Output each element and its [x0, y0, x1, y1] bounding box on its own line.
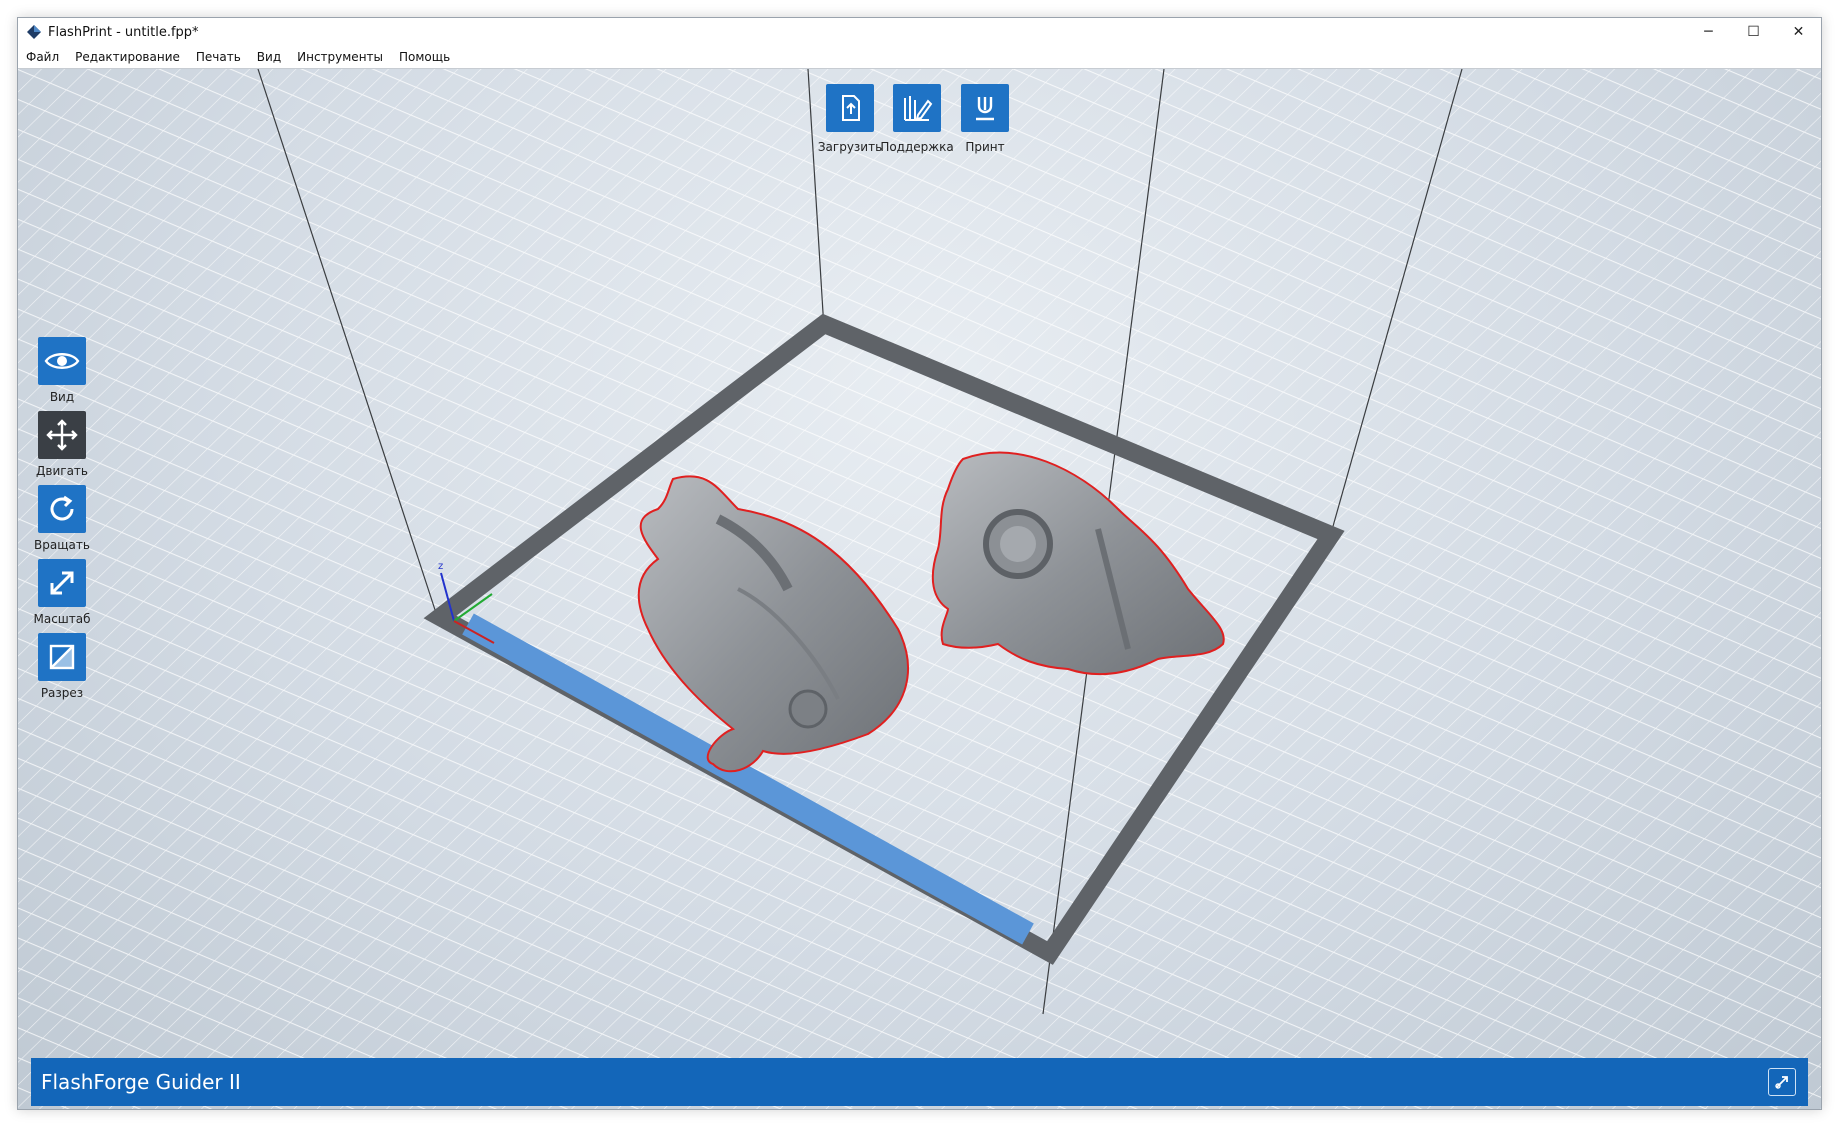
window-title: FlashPrint - untitle.fpp* — [48, 24, 199, 40]
view-button[interactable] — [38, 337, 86, 385]
load-button[interactable] — [826, 84, 874, 132]
load-file-icon — [842, 95, 860, 121]
rotate-icon — [50, 495, 74, 521]
rotate-tool[interactable]: Вращать — [34, 485, 90, 552]
connect-printer-icon[interactable] — [1768, 1068, 1796, 1096]
rotate-button[interactable] — [38, 485, 86, 533]
cut-plane-icon — [49, 644, 75, 670]
print-tool[interactable]: Принт — [950, 84, 1020, 154]
menu-bar: Файл Редактирование Печать Вид Инструмен… — [18, 46, 1821, 69]
app-window: FlashPrint - untitle.fpp* ─ ☐ ✕ Файл Ред… — [17, 17, 1822, 1110]
move-button[interactable] — [38, 411, 86, 459]
support-tool[interactable]: Поддержка — [880, 84, 954, 154]
title-bar: FlashPrint - untitle.fpp* ─ ☐ ✕ — [18, 18, 1821, 46]
3d-viewport[interactable]: z Загрузить Поддержка Принт Вид Двигать … — [18, 69, 1821, 1109]
menu-view[interactable]: Вид — [249, 46, 289, 68]
minimize-button[interactable]: ─ — [1686, 18, 1731, 46]
scale-label: Масштаб — [33, 612, 91, 626]
eye-icon — [44, 353, 80, 369]
menu-help[interactable]: Помощь — [391, 46, 458, 68]
floor-grid — [18, 69, 1821, 1109]
menu-tools[interactable]: Инструменты — [289, 46, 391, 68]
maximize-button[interactable]: ☐ — [1731, 18, 1776, 46]
scale-tool[interactable]: Масштаб — [33, 559, 91, 626]
status-bar: FlashForge Guider II — [31, 1058, 1808, 1106]
cut-button[interactable] — [38, 633, 86, 681]
scale-button[interactable] — [38, 559, 86, 607]
axis-z-label: z — [438, 561, 443, 572]
build-scene: z — [18, 69, 1821, 1109]
view-tool[interactable]: Вид — [38, 337, 86, 404]
cut-label: Разрез — [40, 686, 84, 700]
load-label: Загрузить — [817, 140, 883, 154]
close-button[interactable]: ✕ — [1776, 18, 1821, 46]
print-button[interactable] — [961, 84, 1009, 132]
view-label: Вид — [49, 390, 75, 404]
window-controls: ─ ☐ ✕ — [1686, 18, 1821, 46]
move-tool[interactable]: Двигать — [36, 411, 88, 478]
move-label: Двигать — [36, 464, 88, 478]
flashprint-logo-icon — [27, 25, 41, 39]
support-button[interactable] — [893, 84, 941, 132]
menu-edit[interactable]: Редактирование — [67, 46, 188, 68]
move-arrows-icon — [46, 419, 78, 451]
rotate-label: Вращать — [34, 538, 90, 552]
support-icon — [904, 96, 933, 121]
print-label: Принт — [965, 140, 1005, 154]
print-nozzle-icon — [976, 97, 994, 121]
support-label: Поддержка — [880, 140, 954, 154]
scale-arrow-icon — [50, 571, 74, 595]
menu-file[interactable]: Файл — [18, 46, 67, 68]
load-tool[interactable]: Загрузить — [815, 84, 885, 154]
printer-name: FlashForge Guider II — [41, 1070, 241, 1094]
cut-tool[interactable]: Разрез — [38, 633, 86, 700]
menu-print[interactable]: Печать — [188, 46, 249, 68]
